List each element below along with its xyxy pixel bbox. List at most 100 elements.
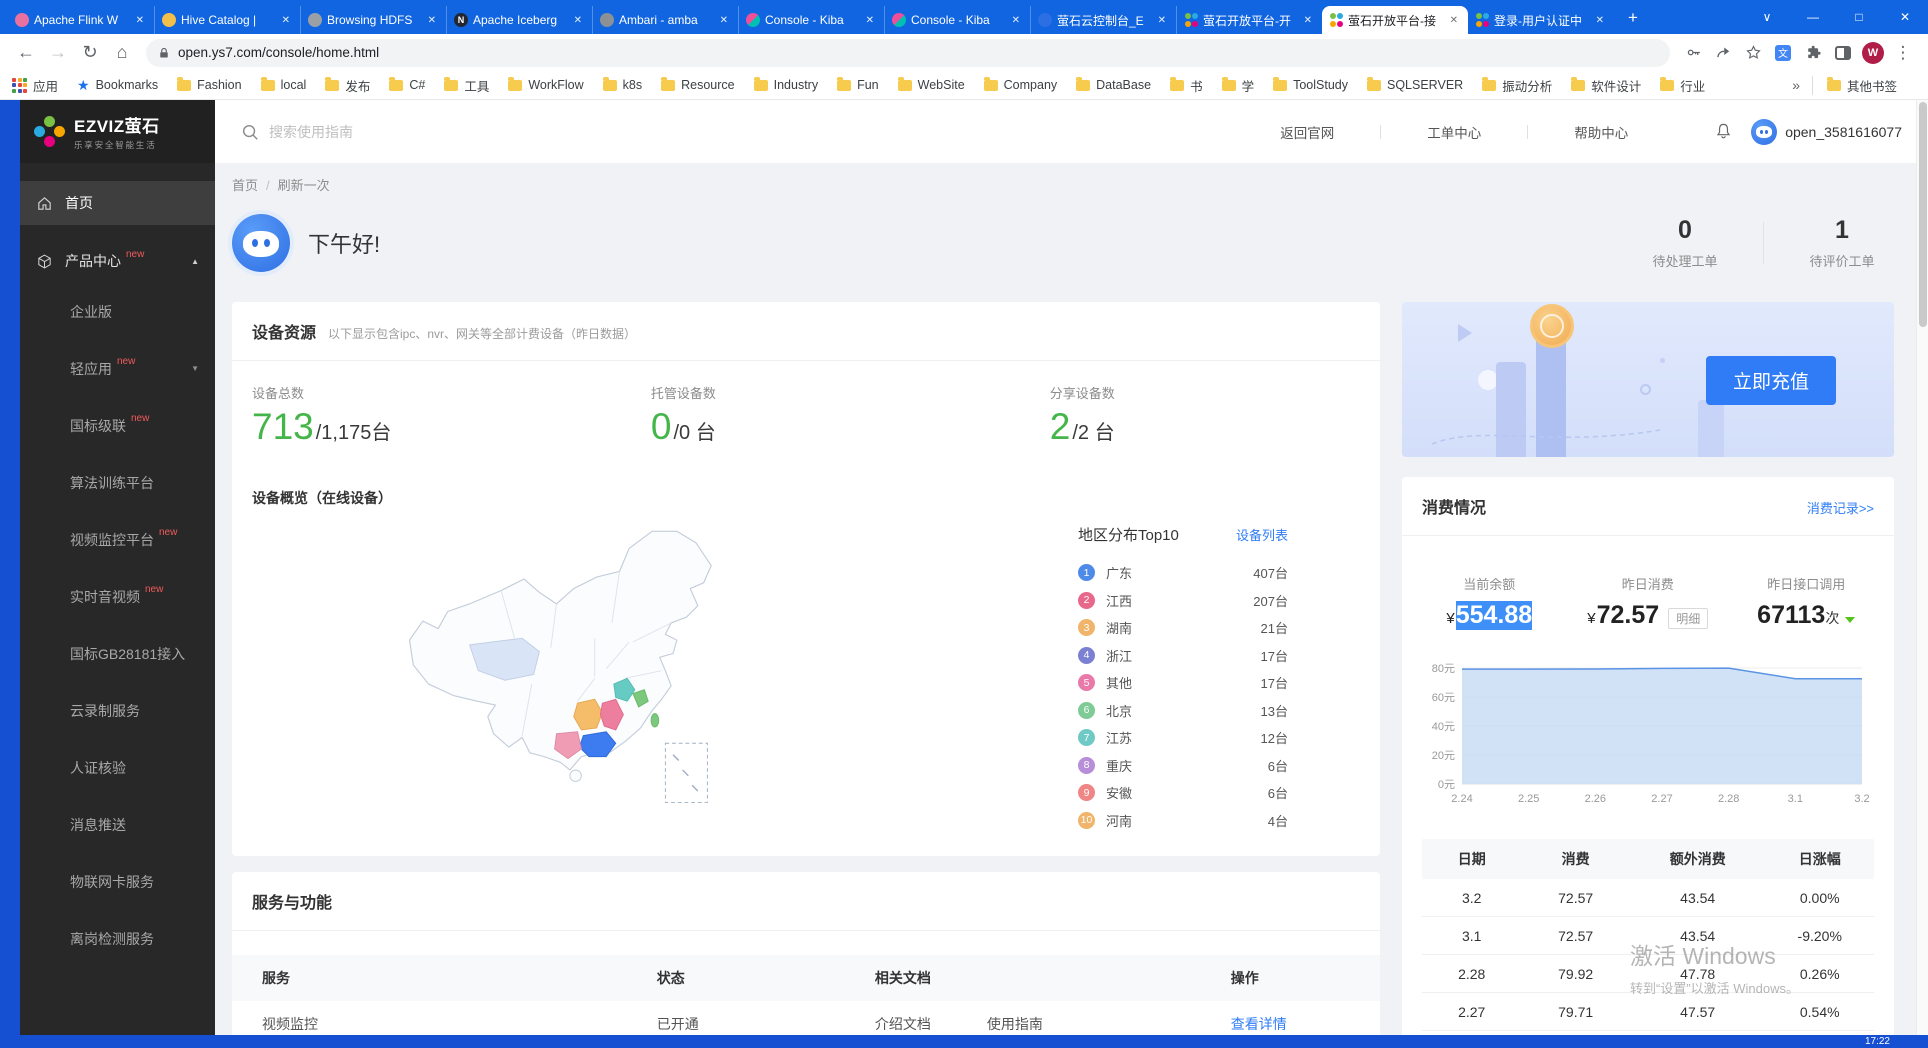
bookmark-item[interactable]: 工具: [444, 76, 489, 95]
bookmark-item[interactable]: 发布: [325, 76, 370, 95]
bookmarks-overflow-icon[interactable]: »: [1792, 77, 1800, 93]
scrollbar-thumb[interactable]: [1919, 102, 1927, 327]
new-tab-button[interactable]: +: [1620, 5, 1646, 31]
back-icon[interactable]: ←: [10, 37, 42, 69]
bookmark-item[interactable]: Fashion: [177, 78, 241, 92]
sidebar-item-企业版[interactable]: 企业版: [20, 283, 215, 340]
maximize-button[interactable]: □: [1836, 0, 1882, 34]
link-official-site[interactable]: 返回官网: [1234, 122, 1380, 142]
search-input[interactable]: [269, 124, 549, 140]
password-key-icon[interactable]: [1678, 38, 1708, 68]
sidebar-item-物联网卡服务[interactable]: 物联网卡服务: [20, 853, 215, 910]
bookmark-item[interactable]: Company: [984, 78, 1058, 92]
calls-dropdown-icon[interactable]: [1845, 617, 1855, 623]
top10-title[interactable]: 地区分布Top10: [1078, 524, 1179, 545]
tab-close-icon[interactable]: ✕: [1301, 14, 1315, 27]
minimize-button[interactable]: —: [1790, 0, 1836, 34]
pending-orders[interactable]: 0 待处理工单: [1637, 216, 1733, 270]
bookmark-item[interactable]: 学: [1222, 76, 1255, 95]
share-icon[interactable]: [1708, 38, 1738, 68]
browser-tab[interactable]: NApache Iceberg✕: [446, 6, 592, 34]
url-input[interactable]: open.ys7.com/console/home.html: [146, 39, 1670, 67]
tab-close-icon[interactable]: ✕: [1009, 14, 1023, 27]
bookmark-item[interactable]: C#: [389, 78, 425, 92]
sidebar-item-视频监控平台[interactable]: 视频监控平台new: [20, 511, 215, 568]
tab-close-icon[interactable]: ✕: [717, 14, 731, 27]
sidebar-item-人证核验[interactable]: 人证核验: [20, 739, 215, 796]
browser-tab[interactable]: 登录-用户认证中✕: [1468, 6, 1614, 34]
sidebar-item-云录制服务[interactable]: 云录制服务: [20, 682, 215, 739]
browser-tab[interactable]: 萤石开放平台-开✕: [1176, 6, 1322, 34]
detail-button[interactable]: 明细: [1668, 608, 1708, 629]
reload-icon[interactable]: ↻: [74, 37, 106, 69]
tab-close-icon[interactable]: ✕: [1155, 14, 1169, 27]
browser-tab[interactable]: 萤石开放平台-接✕: [1322, 6, 1468, 34]
sidebar-item-产品中心[interactable]: 产品中心new▲: [20, 239, 215, 283]
usage-guide-link[interactable]: 使用指南: [987, 1014, 1043, 1034]
page-scrollbar[interactable]: [1916, 100, 1928, 1035]
browser-tab[interactable]: Hive Catalog |✕: [154, 6, 300, 34]
sidebar-item-首页[interactable]: 首页: [20, 181, 215, 225]
bookmark-item[interactable]: SQLSERVER: [1367, 78, 1463, 92]
bookmark-item[interactable]: 软件设计: [1571, 76, 1641, 95]
bookmark-item[interactable]: ★Bookmarks: [77, 77, 158, 94]
bookmark-item[interactable]: Fun: [837, 78, 879, 92]
bookmark-item[interactable]: DataBase: [1076, 78, 1151, 92]
breadcrumb-refresh[interactable]: 刷新一次: [278, 178, 330, 193]
browser-tab[interactable]: 萤石云控制台_E✕: [1030, 6, 1176, 34]
tab-close-icon[interactable]: ✕: [279, 14, 293, 27]
sidebar-item-实时音视频[interactable]: 实时音视频new: [20, 568, 215, 625]
tab-close-icon[interactable]: ✕: [1593, 14, 1607, 27]
view-details-link[interactable]: 查看详情: [1231, 1014, 1380, 1034]
notification-bell-icon[interactable]: [1714, 122, 1733, 141]
browser-tab[interactable]: Ambari - amba✕: [592, 6, 738, 34]
bookmark-item[interactable]: Resource: [661, 78, 735, 92]
browser-tab[interactable]: Apache Flink W✕: [8, 6, 154, 34]
bookmark-item[interactable]: Industry: [754, 78, 818, 92]
intro-doc-link[interactable]: 介绍文档: [875, 1014, 931, 1034]
bookmark-item[interactable]: 行业: [1660, 76, 1705, 95]
breadcrumb-home[interactable]: 首页: [232, 178, 258, 193]
bookmark-item[interactable]: 应用: [12, 76, 58, 95]
bookmark-item[interactable]: WorkFlow: [508, 78, 583, 92]
bookmark-item[interactable]: k8s: [603, 78, 642, 92]
link-ticket-center[interactable]: 工单中心: [1381, 122, 1527, 142]
recharge-button[interactable]: 立即充值: [1706, 356, 1836, 405]
translate-icon[interactable]: 文: [1768, 38, 1798, 68]
tab-close-icon[interactable]: ✕: [571, 14, 585, 27]
tab-close-icon[interactable]: ✕: [1447, 14, 1461, 27]
device-list-link[interactable]: 设备列表: [1236, 525, 1288, 544]
sidebar-item-轻应用[interactable]: 轻应用new▼: [20, 340, 215, 397]
bookmark-item[interactable]: ToolStudy: [1273, 78, 1348, 92]
link-help-center[interactable]: 帮助中心: [1528, 122, 1674, 142]
bookmark-item[interactable]: local: [261, 78, 307, 92]
sidebar-item-算法训练平台[interactable]: 算法训练平台: [20, 454, 215, 511]
other-bookmarks[interactable]: 其他书签: [1812, 76, 1897, 95]
tab-close-icon[interactable]: ✕: [863, 14, 877, 27]
extensions-puzzle-icon[interactable]: [1798, 38, 1828, 68]
tab-search-icon[interactable]: ∨: [1744, 0, 1790, 34]
bookmark-star-icon[interactable]: [1738, 38, 1768, 68]
to-review-orders[interactable]: 1 待评价工单: [1794, 216, 1890, 270]
consumption-records-link[interactable]: 消费记录>>: [1807, 498, 1874, 517]
home-icon[interactable]: ⌂: [106, 37, 138, 69]
bookmark-item[interactable]: 振动分析: [1482, 76, 1552, 95]
sidebar-item-国标级联[interactable]: 国标级联new: [20, 397, 215, 454]
browser-tab[interactable]: Browsing HDFS✕: [300, 6, 446, 34]
sidebar-item-离岗检测服务[interactable]: 离岗检测服务: [20, 910, 215, 967]
browser-menu-icon[interactable]: ⋮: [1888, 38, 1918, 68]
browser-tab[interactable]: Console - Kiba✕: [738, 6, 884, 34]
profile-avatar[interactable]: W: [1858, 38, 1888, 68]
tab-close-icon[interactable]: ✕: [425, 14, 439, 27]
bookmark-item[interactable]: WebSite: [898, 78, 965, 92]
sidebar-item-国标GB28181接入[interactable]: 国标GB28181接入: [20, 625, 215, 682]
tab-close-icon[interactable]: ✕: [133, 14, 147, 27]
ezviz-logo[interactable]: EZVIZ萤石 乐享安全智能生活: [20, 100, 215, 163]
browser-tab[interactable]: Console - Kiba✕: [884, 6, 1030, 34]
user-account[interactable]: open_3581616077: [1751, 119, 1902, 145]
sidebar-item-消息推送[interactable]: 消息推送: [20, 796, 215, 853]
side-panel-icon[interactable]: [1828, 38, 1858, 68]
close-button[interactable]: ✕: [1882, 0, 1928, 34]
bookmark-item[interactable]: 书: [1170, 76, 1203, 95]
forward-icon[interactable]: →: [42, 37, 74, 69]
